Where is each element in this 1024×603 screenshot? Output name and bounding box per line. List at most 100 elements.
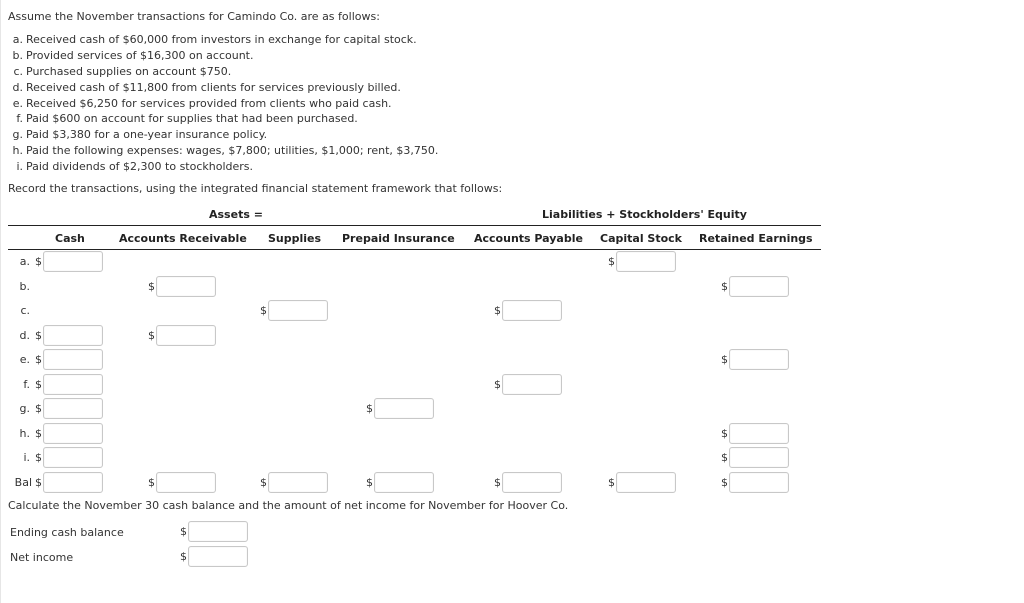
ending-cash-balance-input[interactable] [188, 521, 248, 542]
net-income-label: Net income [10, 551, 74, 564]
liabilities-equity-group-header: Liabilities + Stockholders' Equity [542, 208, 747, 221]
accounts-receivable-input-row-bal[interactable] [156, 472, 216, 493]
retained-earnings-input-row-e[interactable] [729, 349, 789, 370]
cash-input-row-i[interactable] [43, 447, 103, 468]
row-label: b. [19, 280, 30, 293]
retained-earnings-input-row-i[interactable] [729, 447, 789, 468]
cell-cash: $ [35, 423, 103, 444]
accounts-payable-input-row-f[interactable] [502, 374, 562, 395]
currency-symbol: $ [721, 280, 728, 293]
row-label: d. [19, 329, 30, 342]
currency-symbol: $ [180, 550, 187, 563]
currency-symbol: $ [721, 476, 728, 489]
capital-stock-input-row-bal[interactable] [616, 472, 676, 493]
retained-earnings-input-row-b[interactable] [729, 276, 789, 297]
cell-cash: $ [35, 325, 103, 346]
cash-input-row-g[interactable] [43, 398, 103, 419]
cell-retained-earnings: $ [721, 472, 789, 493]
row-label: c. [20, 304, 30, 317]
transaction-label: b. [12, 49, 23, 62]
cell-accounts-payable: $ [494, 374, 562, 395]
column-header-supplies: Supplies [268, 232, 322, 245]
accounts-payable-input-row-bal[interactable] [502, 472, 562, 493]
currency-symbol: $ [180, 525, 187, 538]
currency-symbol: $ [148, 280, 155, 293]
cell-cash: $ [35, 349, 103, 370]
transaction-text: Provided services of $16,300 on account. [26, 49, 254, 62]
transaction-text: Received cash of $11,800 from clients fo… [26, 81, 401, 94]
cash-input-row-a[interactable] [43, 251, 103, 272]
cell-cash: $ [35, 472, 103, 493]
currency-symbol: $ [494, 304, 501, 317]
intro-text: Assume the November transactions for Cam… [8, 10, 380, 23]
currency-symbol: $ [35, 451, 42, 464]
currency-symbol: $ [35, 255, 42, 268]
cell-accounts-receivable: $ [148, 472, 216, 493]
transaction-label: d. [12, 81, 23, 94]
transaction-label: g. [12, 128, 23, 141]
cell-cash: $ [35, 251, 103, 272]
cash-input-row-bal[interactable] [43, 472, 103, 493]
currency-symbol: $ [35, 353, 42, 366]
ending-cash-balance-label: Ending cash balance [10, 526, 124, 539]
transaction-label: c. [13, 65, 23, 78]
column-header-retained-earnings: Retained Earnings [699, 232, 813, 245]
prepaid-insurance-input-row-bal[interactable] [374, 472, 434, 493]
cell-retained-earnings: $ [721, 447, 789, 468]
transaction-text: Paid the following expenses: wages, $7,8… [26, 144, 439, 157]
row-label: h. [19, 427, 30, 440]
transaction-item: e. Received $6,250 for services provided … [10, 97, 392, 110]
cell-retained-earnings: $ [721, 349, 789, 370]
currency-symbol: $ [35, 329, 42, 342]
cell-accounts-payable: $ [494, 300, 562, 321]
transaction-item: d. Received cash of $11,800 from clients … [10, 81, 401, 94]
column-header-cash: Cash [55, 232, 85, 245]
cell-retained-earnings: $ [721, 276, 789, 297]
accounts-receivable-input-row-b[interactable] [156, 276, 216, 297]
cell-prepaid-insurance: $ [366, 398, 434, 419]
cell-cash: $ [35, 447, 103, 468]
transaction-label: e. [12, 97, 23, 110]
currency-symbol: $ [35, 402, 42, 415]
currency-symbol: $ [35, 378, 42, 391]
cash-input-row-h[interactable] [43, 423, 103, 444]
currency-symbol: $ [260, 304, 267, 317]
cell-capital-stock: $ [608, 251, 676, 272]
header-bottom-rule [8, 249, 821, 250]
supplies-input-row-bal[interactable] [268, 472, 328, 493]
transaction-text: Paid dividends of $2,300 to stockholders… [26, 160, 254, 173]
accounts-payable-input-row-c[interactable] [502, 300, 562, 321]
record-instruction: Record the transactions, using the integ… [8, 182, 503, 195]
transaction-item: h. Paid the following expenses: wages, $7… [10, 144, 439, 157]
column-header-accounts-payable: Accounts Payable [474, 232, 583, 245]
currency-symbol: $ [35, 427, 42, 440]
cell-cash: $ [35, 398, 103, 419]
capital-stock-input-row-a[interactable] [616, 251, 676, 272]
cash-input-row-f[interactable] [43, 374, 103, 395]
cash-input-row-e[interactable] [43, 349, 103, 370]
assets-group-header: Assets = [209, 208, 263, 221]
currency-symbol: $ [148, 476, 155, 489]
currency-symbol: $ [494, 378, 501, 391]
row-label: Bal [14, 476, 32, 489]
currency-symbol: $ [148, 329, 155, 342]
transaction-label: i. [16, 160, 23, 173]
accounts-receivable-input-row-d[interactable] [156, 325, 216, 346]
column-header-capital-stock: Capital Stock [600, 232, 682, 245]
cash-input-row-d[interactable] [43, 325, 103, 346]
column-header-accounts-receivable: Accounts Receivable [119, 232, 247, 245]
retained-earnings-input-row-h[interactable] [729, 423, 789, 444]
cell-accounts-receivable: $ [148, 276, 216, 297]
transaction-text: Purchased supplies on account $750. [26, 65, 232, 78]
supplies-input-row-c[interactable] [268, 300, 328, 321]
net-income-input[interactable] [188, 546, 248, 567]
prepaid-insurance-input-row-g[interactable] [374, 398, 434, 419]
calc-instruction: Calculate the November 30 cash balance a… [8, 499, 569, 512]
transaction-item: i. Paid dividends of $2,300 to stockholde… [10, 160, 253, 173]
currency-symbol: $ [494, 476, 501, 489]
left-border [0, 0, 1, 603]
retained-earnings-input-row-bal[interactable] [729, 472, 789, 493]
currency-symbol: $ [721, 353, 728, 366]
transaction-item: c. Purchased supplies on account $750. [10, 65, 231, 78]
cell-accounts-receivable: $ [148, 325, 216, 346]
